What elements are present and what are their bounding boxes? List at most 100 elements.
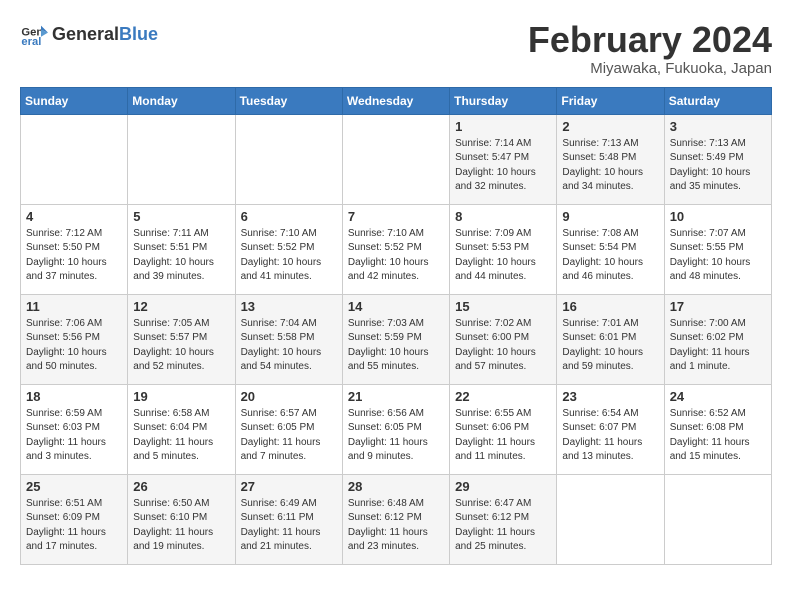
- calendar-cell: 24Sunrise: 6:52 AMSunset: 6:08 PMDayligh…: [664, 384, 771, 474]
- day-number: 25: [26, 479, 122, 494]
- day-number: 8: [455, 209, 551, 224]
- calendar-cell: [21, 114, 128, 204]
- day-info: Sunrise: 7:04 AMSunset: 5:58 PMDaylight:…: [241, 317, 337, 375]
- day-info: Sunrise: 7:13 AMSunset: 5:48 PMDaylight:…: [562, 137, 658, 195]
- calendar-cell: 1 Sunrise: 7:14 AMSunset: 5:47 PMDaylight…: [450, 114, 557, 204]
- calendar-cell: [235, 114, 342, 204]
- day-info: Sunrise: 7:02 AMSunset: 6:00 PMDaylight:…: [455, 317, 551, 375]
- page-header: Gen eral GeneralBlue February 2024 Miyaw…: [20, 20, 772, 77]
- calendar-cell: 28 Sunrise: 6:48 AMSunset: 6:12 PMDayligh…: [342, 474, 449, 564]
- logo-text-general: General: [52, 24, 119, 45]
- calendar-week-row: 25 Sunrise: 6:51 AMSunset: 6:09 PMDayligh…: [21, 474, 772, 564]
- day-info: Sunrise: 7:07 AMSunset: 5:55 PMDaylight:…: [670, 227, 766, 285]
- calendar-cell: [128, 114, 235, 204]
- calendar-cell: 27 Sunrise: 6:49 AMSunset: 6:11 PMDayligh…: [235, 474, 342, 564]
- calendar-cell: 14 Sunrise: 7:03 AMSunset: 5:59 PMDayligh…: [342, 294, 449, 384]
- calendar-cell: 6 Sunrise: 7:10 AMSunset: 5:52 PMDaylight…: [235, 204, 342, 294]
- calendar-cell: 12 Sunrise: 7:05 AMSunset: 5:57 PMDayligh…: [128, 294, 235, 384]
- day-number: 28: [348, 479, 444, 494]
- day-info: Sunrise: 7:10 AMSunset: 5:52 PMDaylight:…: [348, 227, 444, 285]
- calendar-cell: 18 Sunrise: 6:59 AMSunset: 6:03 PMDayligh…: [21, 384, 128, 474]
- day-number: 1: [455, 119, 551, 134]
- calendar-cell: 22Sunrise: 6:55 AMSunset: 6:06 PMDayligh…: [450, 384, 557, 474]
- calendar-cell: 17 Sunrise: 7:00 AMSunset: 6:02 PMDayligh…: [664, 294, 771, 384]
- weekday-header-monday: Monday: [128, 87, 235, 114]
- day-info: Sunrise: 7:10 AMSunset: 5:52 PMDaylight:…: [241, 227, 337, 285]
- day-number: 26: [133, 479, 229, 494]
- calendar-cell: 15 Sunrise: 7:02 AMSunset: 6:00 PMDayligh…: [450, 294, 557, 384]
- weekday-header-thursday: Thursday: [450, 87, 557, 114]
- day-info: Sunrise: 6:54 AMSunset: 6:07 PMDaylight:…: [562, 407, 658, 465]
- calendar-week-row: 18 Sunrise: 6:59 AMSunset: 6:03 PMDayligh…: [21, 384, 772, 474]
- day-number: 12: [133, 299, 229, 314]
- day-info: Sunrise: 7:11 AMSunset: 5:51 PMDaylight:…: [133, 227, 229, 285]
- svg-text:eral: eral: [21, 36, 41, 48]
- calendar-cell: 3Sunrise: 7:13 AMSunset: 5:49 PMDaylight…: [664, 114, 771, 204]
- day-number: 16: [562, 299, 658, 314]
- day-number: 7: [348, 209, 444, 224]
- day-info: Sunrise: 6:59 AMSunset: 6:03 PMDaylight:…: [26, 407, 122, 465]
- weekday-header-tuesday: Tuesday: [235, 87, 342, 114]
- day-info: Sunrise: 7:14 AMSunset: 5:47 PMDaylight:…: [455, 137, 551, 195]
- weekday-header-row: SundayMondayTuesdayWednesdayThursdayFrid…: [21, 87, 772, 114]
- calendar-cell: 2 Sunrise: 7:13 AMSunset: 5:48 PMDaylight…: [557, 114, 664, 204]
- day-info: Sunrise: 6:49 AMSunset: 6:11 PMDaylight:…: [241, 497, 337, 555]
- day-number: 4: [26, 209, 122, 224]
- day-info: Sunrise: 7:12 AMSunset: 5:50 PMDaylight:…: [26, 227, 122, 285]
- day-info: Sunrise: 7:09 AMSunset: 5:53 PMDaylight:…: [455, 227, 551, 285]
- day-number: 2: [562, 119, 658, 134]
- calendar-cell: 5 Sunrise: 7:11 AMSunset: 5:51 PMDaylight…: [128, 204, 235, 294]
- day-number: 24: [670, 389, 766, 404]
- logo-text-blue: Blue: [119, 24, 158, 45]
- day-number: 22: [455, 389, 551, 404]
- day-number: 11: [26, 299, 122, 314]
- calendar-week-row: 4 Sunrise: 7:12 AMSunset: 5:50 PMDaylight…: [21, 204, 772, 294]
- weekday-header-friday: Friday: [557, 87, 664, 114]
- day-number: 19: [133, 389, 229, 404]
- day-number: 15: [455, 299, 551, 314]
- location-title: Miyawaka, Fukuoka, Japan: [528, 60, 772, 77]
- day-info: Sunrise: 6:58 AMSunset: 6:04 PMDaylight:…: [133, 407, 229, 465]
- day-info: Sunrise: 7:08 AMSunset: 5:54 PMDaylight:…: [562, 227, 658, 285]
- calendar-cell: [342, 114, 449, 204]
- day-number: 20: [241, 389, 337, 404]
- calendar-cell: 29Sunrise: 6:47 AMSunset: 6:12 PMDayligh…: [450, 474, 557, 564]
- logo: Gen eral GeneralBlue: [20, 20, 158, 48]
- calendar-cell: 8 Sunrise: 7:09 AMSunset: 5:53 PMDaylight…: [450, 204, 557, 294]
- calendar-cell: 16 Sunrise: 7:01 AMSunset: 6:01 PMDayligh…: [557, 294, 664, 384]
- calendar-cell: 9 Sunrise: 7:08 AMSunset: 5:54 PMDaylight…: [557, 204, 664, 294]
- day-info: Sunrise: 6:51 AMSunset: 6:09 PMDaylight:…: [26, 497, 122, 555]
- calendar-week-row: 1 Sunrise: 7:14 AMSunset: 5:47 PMDaylight…: [21, 114, 772, 204]
- day-number: 17: [670, 299, 766, 314]
- calendar-cell: 7 Sunrise: 7:10 AMSunset: 5:52 PMDaylight…: [342, 204, 449, 294]
- day-number: 27: [241, 479, 337, 494]
- day-info: Sunrise: 6:50 AMSunset: 6:10 PMDaylight:…: [133, 497, 229, 555]
- day-info: Sunrise: 7:00 AMSunset: 6:02 PMDaylight:…: [670, 317, 766, 375]
- day-info: Sunrise: 6:57 AMSunset: 6:05 PMDaylight:…: [241, 407, 337, 465]
- calendar-cell: 20 Sunrise: 6:57 AMSunset: 6:05 PMDayligh…: [235, 384, 342, 474]
- calendar-cell: 19 Sunrise: 6:58 AMSunset: 6:04 PMDayligh…: [128, 384, 235, 474]
- calendar-cell: 11Sunrise: 7:06 AMSunset: 5:56 PMDayligh…: [21, 294, 128, 384]
- day-number: 18: [26, 389, 122, 404]
- calendar-cell: 21 Sunrise: 6:56 AMSunset: 6:05 PMDayligh…: [342, 384, 449, 474]
- title-block: February 2024 Miyawaka, Fukuoka, Japan: [528, 20, 772, 77]
- calendar-week-row: 11Sunrise: 7:06 AMSunset: 5:56 PMDayligh…: [21, 294, 772, 384]
- month-title: February 2024: [528, 20, 772, 60]
- calendar-cell: [557, 474, 664, 564]
- day-number: 6: [241, 209, 337, 224]
- day-info: Sunrise: 7:01 AMSunset: 6:01 PMDaylight:…: [562, 317, 658, 375]
- calendar-cell: [664, 474, 771, 564]
- day-info: Sunrise: 6:47 AMSunset: 6:12 PMDaylight:…: [455, 497, 551, 555]
- day-info: Sunrise: 7:05 AMSunset: 5:57 PMDaylight:…: [133, 317, 229, 375]
- day-number: 5: [133, 209, 229, 224]
- weekday-header-saturday: Saturday: [664, 87, 771, 114]
- day-number: 14: [348, 299, 444, 314]
- day-number: 9: [562, 209, 658, 224]
- day-info: Sunrise: 7:03 AMSunset: 5:59 PMDaylight:…: [348, 317, 444, 375]
- day-number: 21: [348, 389, 444, 404]
- weekday-header-sunday: Sunday: [21, 87, 128, 114]
- day-number: 13: [241, 299, 337, 314]
- day-info: Sunrise: 6:56 AMSunset: 6:05 PMDaylight:…: [348, 407, 444, 465]
- day-info: Sunrise: 7:13 AMSunset: 5:49 PMDaylight:…: [670, 137, 766, 195]
- day-info: Sunrise: 6:48 AMSunset: 6:12 PMDaylight:…: [348, 497, 444, 555]
